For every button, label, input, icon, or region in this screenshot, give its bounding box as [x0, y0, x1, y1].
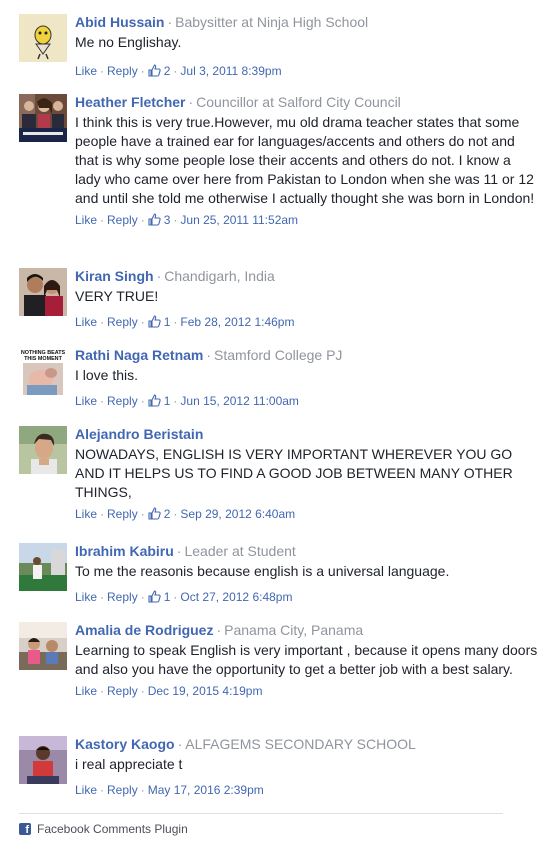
- reply-button[interactable]: Reply: [107, 64, 138, 78]
- avatar[interactable]: [19, 94, 67, 142]
- separator-dot: ·: [216, 622, 222, 638]
- comments-plugin: Abid Hussain · Babysitter at Ninja High Sc…: [19, 14, 538, 836]
- like-button[interactable]: Like: [75, 684, 97, 698]
- like-button[interactable]: Like: [75, 507, 97, 521]
- thumbs-up-icon[interactable]: [148, 394, 161, 407]
- like-button[interactable]: Like: [75, 394, 97, 408]
- like-button[interactable]: Like: [75, 315, 97, 329]
- like-count[interactable]: 1: [164, 590, 171, 604]
- avatar[interactable]: [19, 736, 67, 784]
- comment-text: NOWADAYS, ENGLISH IS VERY IMPORTANT WHER…: [75, 446, 513, 500]
- comment-date[interactable]: May 17, 2016 2:39pm: [148, 783, 264, 797]
- separator-dot: ·: [156, 268, 162, 284]
- like-count[interactable]: 3: [164, 213, 171, 227]
- avatar-caption: THIS MOMENT: [24, 356, 62, 362]
- author-name[interactable]: Heather Fletcher: [75, 94, 185, 110]
- comment-text: To me the reasonis because english is a …: [75, 563, 450, 579]
- comment-date[interactable]: Feb 28, 2012 1:46pm: [180, 315, 294, 329]
- author-name[interactable]: Alejandro Beristain: [75, 426, 203, 442]
- comment-text: Me no Englishay.: [75, 34, 182, 50]
- thumbs-up-icon[interactable]: [148, 213, 161, 226]
- like-button[interactable]: Like: [75, 213, 97, 227]
- separator-dot: ·: [177, 736, 183, 752]
- author-subtitle: Leader at Student: [184, 543, 296, 559]
- author-subtitle: Councillor at Salford City Council: [196, 94, 401, 110]
- reply-button[interactable]: Reply: [107, 507, 138, 521]
- comment-text: i real appreciate t: [75, 756, 183, 772]
- author-subtitle: Panama City, Panama: [224, 622, 364, 638]
- reply-button[interactable]: Reply: [107, 783, 138, 797]
- thumbs-up-icon[interactable]: [148, 315, 161, 328]
- avatar[interactable]: NOTHING BEATS THIS MOMENT: [19, 347, 67, 395]
- author-name[interactable]: Amalia de Rodriguez: [75, 622, 213, 638]
- like-count[interactable]: 1: [164, 315, 171, 329]
- author-subtitle: Stamford College PJ: [214, 347, 343, 363]
- like-button[interactable]: Like: [75, 64, 97, 78]
- comment-text: VERY TRUE!: [75, 288, 159, 304]
- plugin-footer: f Facebook Comments Plugin: [19, 813, 503, 836]
- author-name[interactable]: Kastory Kaogo: [75, 736, 175, 752]
- reply-button[interactable]: Reply: [107, 213, 138, 227]
- like-count[interactable]: 1: [164, 394, 171, 408]
- facebook-icon[interactable]: f: [19, 823, 31, 836]
- avatar[interactable]: [19, 268, 67, 316]
- thumbs-up-icon[interactable]: [148, 64, 161, 77]
- comment-text: Learning to speak English is very import…: [75, 642, 538, 677]
- reply-button[interactable]: Reply: [107, 315, 138, 329]
- reply-button[interactable]: Reply: [107, 590, 138, 604]
- comment-date[interactable]: Dec 19, 2015 4:19pm: [148, 684, 263, 698]
- author-subtitle: ALFAGEMS SECONDARY SCHOOL: [185, 736, 416, 752]
- avatar[interactable]: [19, 543, 67, 591]
- author-name[interactable]: Ibrahim Kabiru: [75, 543, 174, 559]
- like-button[interactable]: Like: [75, 783, 97, 797]
- comment-date[interactable]: Sep 29, 2012 6:40am: [180, 507, 295, 521]
- reply-button[interactable]: Reply: [107, 684, 138, 698]
- comment-date[interactable]: Jun 15, 2012 11:00am: [180, 394, 299, 408]
- separator-dot: ·: [206, 347, 212, 363]
- comment-date[interactable]: Oct 27, 2012 6:48pm: [180, 590, 292, 604]
- avatar[interactable]: [19, 622, 67, 670]
- author-name[interactable]: Rathi Naga Retnam: [75, 347, 203, 363]
- thumbs-up-icon[interactable]: [148, 590, 161, 603]
- separator-dot: ·: [176, 543, 182, 559]
- separator-dot: ·: [188, 94, 194, 110]
- author-subtitle: Chandigarh, India: [164, 268, 275, 284]
- author-name[interactable]: Kiran Singh: [75, 268, 154, 284]
- comment-date[interactable]: Jul 3, 2011 8:39pm: [180, 64, 281, 78]
- avatar[interactable]: [19, 14, 67, 62]
- comment-text: I think this is very true.However, mu ol…: [75, 114, 535, 206]
- comment-text: I love this.: [75, 367, 139, 383]
- like-count[interactable]: 2: [164, 64, 171, 78]
- footer-link[interactable]: Facebook Comments Plugin: [37, 822, 188, 836]
- thumbs-up-icon[interactable]: [148, 507, 161, 520]
- comment-date[interactable]: Jun 25, 2011 11:52am: [180, 213, 298, 227]
- reply-button[interactable]: Reply: [107, 394, 138, 408]
- like-count[interactable]: 2: [164, 507, 171, 521]
- like-button[interactable]: Like: [75, 590, 97, 604]
- avatar[interactable]: [19, 426, 67, 474]
- separator-dot: ·: [167, 14, 173, 30]
- author-name[interactable]: Abid Hussain: [75, 14, 164, 30]
- author-subtitle: Babysitter at Ninja High School: [175, 14, 369, 30]
